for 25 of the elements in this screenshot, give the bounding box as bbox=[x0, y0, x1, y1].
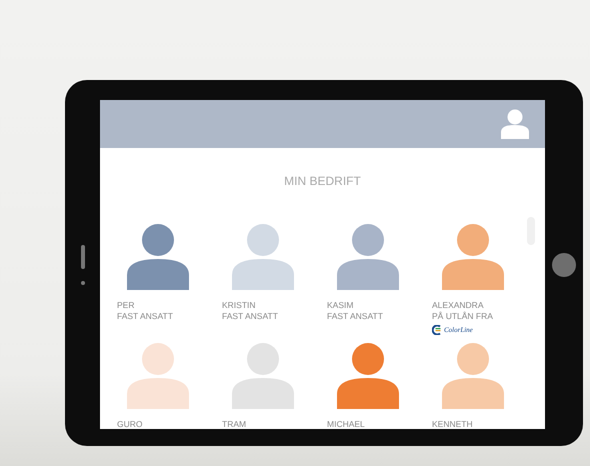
employment-status: FAST ANSATT bbox=[222, 310, 278, 322]
person-name: KRISTIN bbox=[222, 300, 257, 311]
person-avatar-icon[interactable] bbox=[337, 224, 399, 290]
person-avatar-icon[interactable] bbox=[337, 343, 399, 410]
person-avatar-icon[interactable] bbox=[232, 224, 294, 290]
camera-slit bbox=[80, 244, 84, 268]
person-avatar-icon[interactable] bbox=[127, 224, 189, 290]
person-name: GURO bbox=[117, 419, 142, 429]
person-avatar-icon[interactable] bbox=[442, 343, 504, 410]
person-name: MICHAEL bbox=[327, 419, 365, 429]
person-name: KASIM bbox=[327, 300, 354, 311]
person-name: TRAM bbox=[222, 419, 246, 429]
person-name: ALEXANDRA bbox=[432, 300, 484, 311]
person-name: KENNETH bbox=[432, 419, 473, 429]
employment-status: PÅ UTLÅN FRA bbox=[432, 310, 493, 322]
user-icon[interactable] bbox=[501, 109, 529, 139]
employment-status: FAST ANSATT bbox=[117, 310, 173, 322]
employment-status: FAST ANSATT bbox=[327, 310, 383, 322]
home-button[interactable] bbox=[552, 252, 576, 276]
person-name: PER bbox=[117, 300, 136, 311]
page-title: MIN BEDRIFT bbox=[284, 174, 361, 188]
camera-dot bbox=[80, 280, 84, 284]
company-logo-icon bbox=[432, 325, 442, 336]
person-avatar-icon[interactable] bbox=[232, 343, 294, 410]
person-avatar-icon[interactable] bbox=[442, 224, 504, 290]
